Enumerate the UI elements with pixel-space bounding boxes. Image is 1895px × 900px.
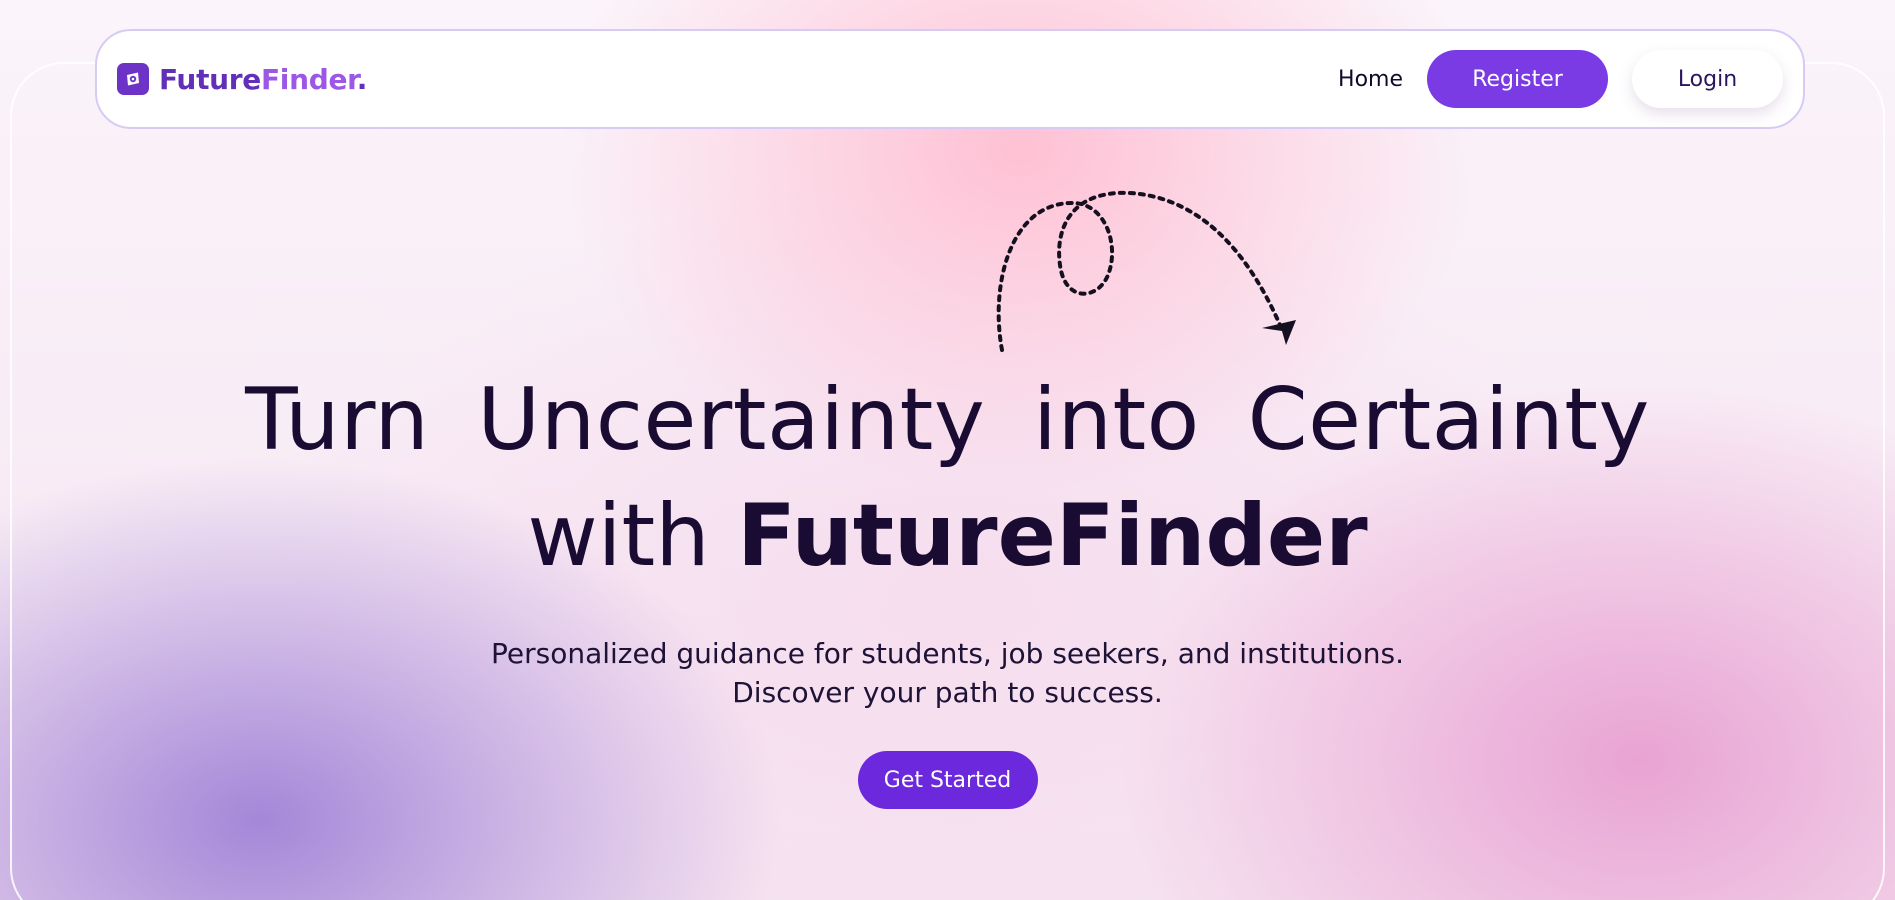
hero-headline: Turn Uncertainty into Certainty with Fut…	[0, 362, 1895, 594]
register-button[interactable]: Register	[1427, 50, 1608, 108]
headline-line2-prefix: with	[527, 486, 710, 586]
cta-wrap: Get Started	[0, 751, 1895, 809]
headline-line2: with FutureFinder	[0, 478, 1895, 594]
brand[interactable]: FutureFinder.	[117, 63, 367, 96]
headline-brand-emphasis: FutureFinder	[737, 486, 1368, 586]
hero-subtitle: Personalized guidance for students, job …	[0, 634, 1895, 712]
nav-links: Home Register Login	[1338, 50, 1783, 108]
login-button[interactable]: Login	[1632, 50, 1783, 108]
brand-name-part2: Finder	[260, 62, 357, 96]
navbar: FutureFinder. Home Register Login	[95, 29, 1805, 129]
brand-name-suffix: .	[356, 62, 368, 96]
nav-home-link[interactable]: Home	[1338, 67, 1403, 92]
compass-logo-icon	[117, 63, 149, 95]
get-started-button[interactable]: Get Started	[857, 751, 1038, 809]
subtitle-line1: Personalized guidance for students, job …	[491, 637, 1404, 670]
brand-name: FutureFinder.	[159, 63, 367, 96]
landing-page: FutureFinder. Home Register Login Turn U…	[0, 0, 1895, 900]
headline-line1: Turn Uncertainty into Certainty	[245, 370, 1650, 470]
dotted-loop-arrow-icon	[996, 190, 1296, 352]
brand-name-part1: Future	[159, 62, 261, 96]
subtitle-line2: Discover your path to success.	[732, 676, 1163, 709]
